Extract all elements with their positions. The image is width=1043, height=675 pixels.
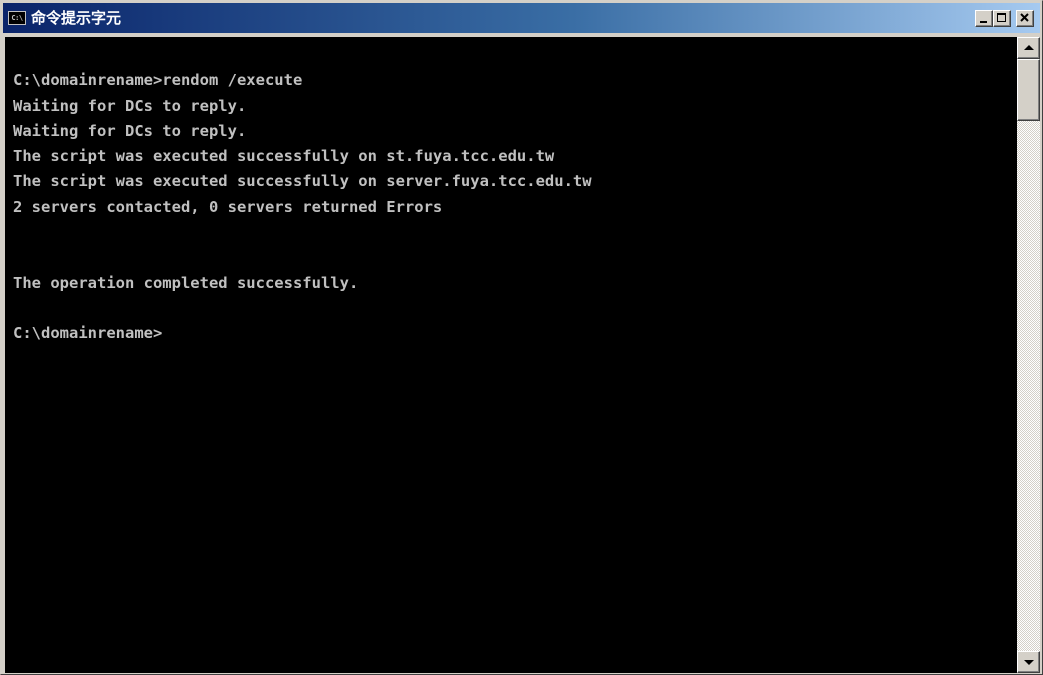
- console-line: C:\domainrename>: [13, 324, 163, 343]
- command-prompt-window: C:\ 命令提示字元 C:\domainrename>rendom /execu…: [0, 0, 1043, 675]
- maximize-button[interactable]: [993, 10, 1011, 27]
- console-line: Waiting for DCs to reply.: [13, 121, 247, 140]
- scrollbar-thumb[interactable]: [1017, 59, 1040, 121]
- console-line: The script was executed successfully on …: [13, 147, 555, 166]
- console-line: 2 servers contacted, 0 servers returned …: [13, 197, 443, 216]
- maximize-icon: [997, 13, 1006, 22]
- up-arrow-icon: [1024, 45, 1034, 50]
- console-output-area[interactable]: C:\domainrename>rendom /execute Waiting …: [5, 37, 1017, 673]
- console-line: The script was executed successfully on …: [13, 172, 592, 191]
- scroll-down-button[interactable]: [1017, 651, 1040, 673]
- window-title: 命令提示字元: [31, 9, 122, 27]
- console-text: C:\domainrename>rendom /execute Waiting …: [13, 43, 592, 347]
- scroll-up-button[interactable]: [1017, 37, 1040, 59]
- vertical-scrollbar[interactable]: [1017, 37, 1040, 673]
- title-bar[interactable]: C:\ 命令提示字元: [3, 3, 1040, 33]
- minimize-button[interactable]: [975, 10, 993, 27]
- console-line: C:\domainrename>rendom /execute: [13, 71, 303, 90]
- close-icon: [1020, 13, 1029, 22]
- console-line: Waiting for DCs to reply.: [13, 96, 247, 115]
- down-arrow-icon: [1024, 660, 1034, 665]
- console-line: The operation completed successfully.: [13, 273, 359, 292]
- close-button[interactable]: [1016, 10, 1034, 27]
- cmd-icon[interactable]: C:\: [8, 11, 26, 25]
- minimize-icon: [980, 21, 987, 23]
